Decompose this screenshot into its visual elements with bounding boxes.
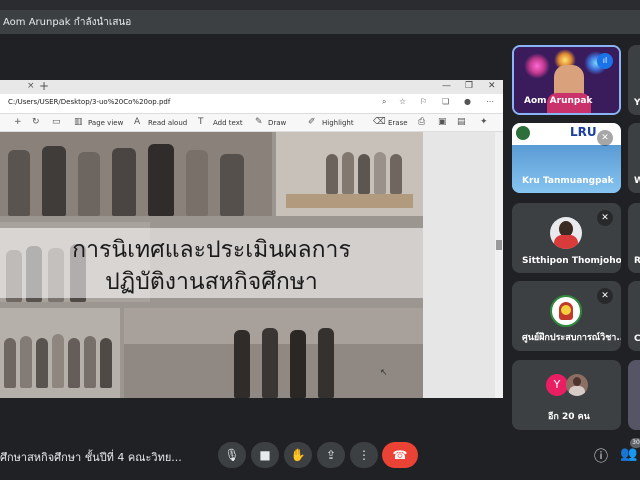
info-icon[interactable]: ⓘ <box>594 446 608 466</box>
presenter-text: Aom Arunpak กำลังนำเสนอ <box>3 17 132 28</box>
people-icon[interactable]: 👥 <box>620 446 637 462</box>
avatar <box>550 295 582 327</box>
participant-tile-aom[interactable]: Aom Arunpak ıl <box>512 45 621 115</box>
group-photo-1 <box>0 132 272 216</box>
mouse-cursor-icon: ↖ <box>380 368 388 378</box>
print-icon[interactable]: ⎙ <box>418 117 425 127</box>
highlight-icon[interactable]: ✐ <box>308 117 316 127</box>
fit-page-icon[interactable]: ▭ <box>52 117 61 127</box>
participant-count-badge: 30 <box>630 438 640 448</box>
save-icon[interactable]: ▣ <box>438 117 447 127</box>
scrollbar-thumb[interactable] <box>496 240 502 250</box>
mic-off-icon: ✕ <box>597 288 613 304</box>
speaking-indicator-icon: ıl <box>597 53 613 69</box>
avatar: Y <box>546 374 568 396</box>
partial-tile-1[interactable]: Y <box>628 45 640 115</box>
highlight-button[interactable]: Highlight <box>322 119 354 127</box>
avatar <box>550 217 582 249</box>
participant-tile-center[interactable]: ศูนย์ฝึกประสบการณ์วิชา... ✕ <box>512 281 621 351</box>
present-icon: ⇪ <box>325 448 337 462</box>
end-call-button[interactable]: ☎ <box>382 442 418 468</box>
meeting-title: ศึกษาสหกิจศึกษา ชั้นปีที่ 4 คณะวิทย... <box>0 451 182 464</box>
slide-title-line1: การนิเทศและประเมินผลการ <box>72 237 351 263</box>
participant-name: Aom Arunpak <box>524 96 593 106</box>
add-text-icon[interactable]: T <box>198 117 204 127</box>
mic-off-icon: ✕ <box>597 210 613 226</box>
slide-page: การนิเทศและประเมินผลการ ปฏิบัติงานสหกิจศ… <box>0 132 423 398</box>
participant-name: Sitthipon Thomjoho <box>522 256 621 266</box>
participant-name: Kru Tanmuangpak <box>522 176 614 186</box>
partial-tile-3[interactable]: R <box>628 203 640 273</box>
maximize-icon[interactable]: ❐ <box>465 81 473 91</box>
search-icon[interactable]: ⌕ <box>382 97 386 107</box>
partial-tile-5[interactable] <box>628 360 640 430</box>
microphone-button[interactable]: 🎙 <box>218 442 246 468</box>
read-aloud-icon[interactable]: A <box>134 117 140 127</box>
group-photo-2 <box>276 132 423 216</box>
group-photo-5 <box>124 308 423 398</box>
page-view-button[interactable]: Page view <box>88 119 123 127</box>
erase-button[interactable]: Erase <box>388 119 408 127</box>
add-text-button[interactable]: Add text <box>213 119 243 127</box>
hand-icon: ✋ <box>290 448 306 462</box>
scrollbar[interactable] <box>495 132 503 398</box>
university-logo <box>516 126 530 140</box>
participant-name: ศูนย์ฝึกประสบการณ์วิชา... <box>522 333 621 343</box>
minimize-icon[interactable]: — <box>442 81 451 91</box>
meet-window: Aom Arunpak กำลังนำเสนอ × + — ❐ ✕ C:/Use… <box>0 0 640 480</box>
more-participants-tile[interactable]: Y อีก 20 คน <box>512 360 621 430</box>
draw-button[interactable]: Draw <box>268 119 286 127</box>
draw-icon[interactable]: ✎ <box>255 117 263 127</box>
lru-logo: LRU <box>570 125 597 139</box>
partial-tile-2[interactable]: W <box>628 123 640 193</box>
participant-tile-kru[interactable]: LRU Kru Tanmuangpak ✕ <box>512 123 621 193</box>
present-button[interactable]: ⇪ <box>317 442 345 468</box>
more-icon[interactable]: ⋯ <box>486 97 494 106</box>
microphone-icon: 🎙 <box>224 448 240 462</box>
erase-icon[interactable]: ⌫ <box>373 117 386 127</box>
more-participants-label: อีก 20 คน <box>548 412 590 422</box>
top-strip <box>0 0 640 10</box>
mic-off-icon: ✕ <box>597 130 613 146</box>
page-view-icon[interactable]: ▥ <box>74 117 83 127</box>
rotate-icon[interactable]: ↻ <box>32 117 40 127</box>
slide-title-line2: ปฏิบัติงานสหกิจศึกษา <box>105 269 318 295</box>
camera-button[interactable]: ■ <box>251 442 279 468</box>
collections-icon[interactable]: ❏ <box>442 97 449 106</box>
close-window-icon[interactable]: ✕ <box>488 81 496 91</box>
browser-tab-bar <box>0 80 503 94</box>
pin-icon[interactable]: ✦ <box>480 117 488 127</box>
avatar <box>566 374 588 396</box>
zoom-in-icon[interactable]: + <box>14 117 22 127</box>
profile-icon[interactable]: ● <box>464 97 471 106</box>
more-vert-icon: ⋮ <box>358 448 370 462</box>
more-options-button[interactable]: ⋮ <box>350 442 378 468</box>
favorite-icon[interactable]: ☆ <box>399 97 406 106</box>
read-aloud-button[interactable]: Read aloud <box>148 119 187 127</box>
phone-hangup-icon: ☎ <box>392 448 408 462</box>
address-url[interactable]: C:/Users/USER/Desktop/3-uo%20Co%20op.pdf <box>8 98 170 106</box>
shared-screen[interactable]: × + — ❐ ✕ C:/Users/USER/Desktop/3-uo%20C… <box>0 80 503 398</box>
group-photo-4 <box>0 308 120 398</box>
extensions-icon[interactable]: ⚐ <box>420 97 427 106</box>
close-tab-icon[interactable]: × <box>27 81 35 91</box>
save-as-icon[interactable]: ▤ <box>457 117 466 127</box>
new-tab-button[interactable]: + <box>39 80 49 93</box>
raise-hand-button[interactable]: ✋ <box>284 442 312 468</box>
partial-tile-4[interactable]: C <box>628 281 640 351</box>
camera-icon: ■ <box>259 448 271 462</box>
participant-tile-sitthipon[interactable]: Sitthipon Thomjoho ✕ <box>512 203 621 273</box>
